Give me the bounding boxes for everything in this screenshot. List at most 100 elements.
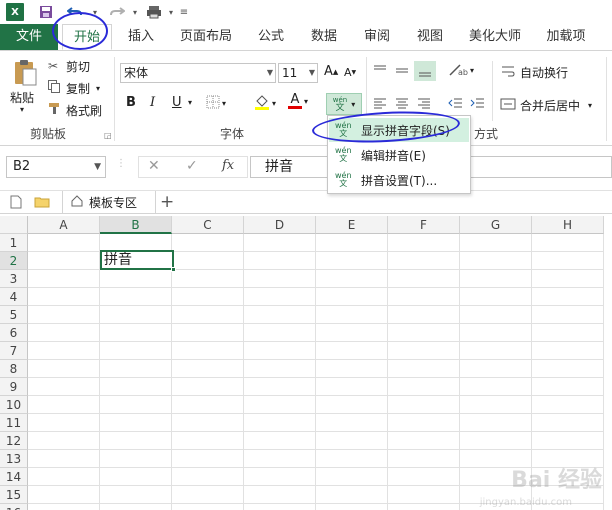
row-header[interactable]: 13 — [0, 450, 28, 468]
row-header[interactable]: 8 — [0, 360, 28, 378]
cell[interactable] — [316, 234, 388, 252]
cell[interactable] — [460, 270, 532, 288]
cell[interactable] — [460, 414, 532, 432]
cell[interactable] — [28, 342, 100, 360]
cell[interactable] — [388, 414, 460, 432]
cell[interactable] — [388, 342, 460, 360]
paste-button[interactable]: 粘贴 — [10, 89, 40, 105]
cell[interactable] — [172, 504, 244, 510]
cell[interactable] — [172, 306, 244, 324]
row-header[interactable]: 10 — [0, 396, 28, 414]
cell[interactable] — [28, 414, 100, 432]
cell[interactable] — [172, 468, 244, 486]
cell[interactable] — [172, 288, 244, 306]
cell[interactable] — [316, 450, 388, 468]
cell[interactable] — [532, 252, 604, 270]
cell[interactable] — [100, 288, 172, 306]
cell[interactable] — [28, 504, 100, 510]
cell[interactable] — [388, 288, 460, 306]
cell[interactable] — [244, 234, 316, 252]
row-header[interactable]: 9 — [0, 378, 28, 396]
copy-dropdown-icon[interactable]: ▾ — [96, 84, 100, 93]
row-header[interactable]: 5 — [0, 306, 28, 324]
cell[interactable] — [172, 414, 244, 432]
cell[interactable] — [244, 360, 316, 378]
cell[interactable] — [532, 360, 604, 378]
borders-button[interactable]: ▾ — [206, 95, 226, 112]
font-name-combo[interactable]: 宋体 ▼ — [120, 63, 276, 83]
cell[interactable] — [316, 288, 388, 306]
increase-indent-icon[interactable] — [470, 96, 486, 110]
cell[interactable] — [28, 270, 100, 288]
cell[interactable] — [244, 486, 316, 504]
row-header[interactable]: 1 — [0, 234, 28, 252]
paste-icon[interactable] — [8, 59, 42, 87]
cell[interactable] — [172, 252, 244, 270]
column-header[interactable]: G — [460, 216, 532, 234]
menu-item-edit-phonetic[interactable]: wén 文 编辑拼音(E) — [329, 143, 469, 167]
align-left-icon[interactable] — [372, 96, 388, 110]
cell[interactable] — [532, 270, 604, 288]
save-icon[interactable] — [36, 2, 56, 22]
column-header[interactable]: D — [244, 216, 316, 234]
cell[interactable] — [28, 252, 100, 270]
cell[interactable] — [460, 306, 532, 324]
row-header[interactable]: 4 — [0, 288, 28, 306]
align-top-icon[interactable] — [372, 63, 388, 77]
add-tab-icon[interactable]: + — [160, 192, 174, 212]
cell[interactable] — [532, 288, 604, 306]
print-dropdown-icon[interactable]: ▾ — [166, 2, 176, 22]
cell[interactable] — [316, 486, 388, 504]
tab-addins[interactable]: 加载项 — [538, 24, 594, 50]
cell[interactable] — [100, 270, 172, 288]
italic-button[interactable]: I — [150, 95, 155, 110]
cell[interactable] — [100, 450, 172, 468]
column-header[interactable]: A — [28, 216, 100, 234]
tab-page-layout[interactable]: 页面布局 — [170, 24, 242, 50]
cell[interactable] — [100, 504, 172, 510]
cell[interactable] — [316, 432, 388, 450]
row-header[interactable]: 12 — [0, 432, 28, 450]
print-icon[interactable] — [142, 2, 166, 22]
column-header[interactable]: C — [172, 216, 244, 234]
name-box[interactable]: B2 ▼ — [6, 156, 106, 178]
cell[interactable] — [172, 396, 244, 414]
row-header[interactable]: 16 — [0, 504, 28, 510]
bold-button[interactable]: B — [126, 95, 136, 110]
cell[interactable] — [388, 252, 460, 270]
cell[interactable] — [460, 252, 532, 270]
cell[interactable] — [316, 252, 388, 270]
cell[interactable] — [460, 324, 532, 342]
cell[interactable] — [316, 324, 388, 342]
selected-cell-b2[interactable]: 拼音 — [100, 250, 176, 272]
cell[interactable] — [100, 342, 172, 360]
cell[interactable] — [244, 432, 316, 450]
cell[interactable] — [28, 288, 100, 306]
tab-formulas[interactable]: 公式 — [250, 24, 292, 50]
cell[interactable] — [388, 378, 460, 396]
redo-dropdown-icon[interactable]: ▾ — [130, 2, 140, 22]
orientation-icon[interactable]: ab ▾ — [448, 63, 474, 77]
tab-review[interactable]: 审阅 — [356, 24, 398, 50]
cell[interactable] — [460, 396, 532, 414]
cell[interactable] — [172, 486, 244, 504]
cell[interactable] — [460, 342, 532, 360]
cell[interactable] — [460, 360, 532, 378]
cell[interactable] — [100, 306, 172, 324]
align-center-icon[interactable] — [394, 96, 410, 110]
cell[interactable] — [244, 306, 316, 324]
row-header[interactable]: 15 — [0, 486, 28, 504]
cell[interactable] — [244, 270, 316, 288]
cell[interactable] — [532, 396, 604, 414]
cell[interactable] — [316, 396, 388, 414]
cell[interactable] — [100, 360, 172, 378]
cell[interactable] — [28, 306, 100, 324]
select-all-corner[interactable] — [0, 216, 28, 234]
copy-button[interactable]: 复制 ▾ — [48, 79, 100, 97]
cell[interactable] — [100, 378, 172, 396]
column-header[interactable]: F — [388, 216, 460, 234]
cell[interactable] — [388, 324, 460, 342]
clipboard-launcher-icon[interactable]: ◲ — [104, 131, 112, 140]
redo-icon[interactable] — [106, 2, 128, 22]
insert-function-icon[interactable]: fx — [222, 158, 234, 173]
